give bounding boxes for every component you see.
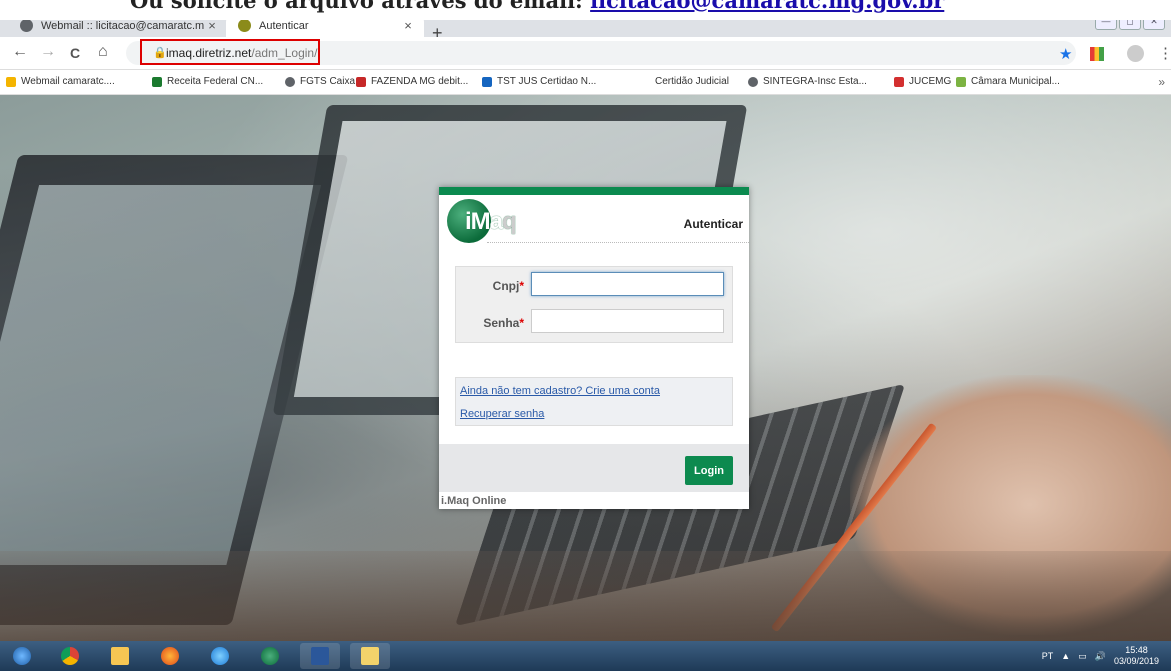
language-indicator[interactable]: PT bbox=[1042, 651, 1054, 661]
close-tab-icon[interactable]: × bbox=[400, 18, 416, 33]
firefox-icon[interactable] bbox=[150, 643, 190, 669]
clock-time: 15:48 bbox=[1125, 645, 1148, 655]
logo-tail: q bbox=[502, 208, 517, 235]
word-icon[interactable] bbox=[300, 643, 340, 669]
logo-text: iMaq bbox=[465, 208, 517, 236]
url-text[interactable]: imaq.diretriz.net/adm_Login/ bbox=[166, 46, 317, 60]
banner-email-link[interactable]: licitacao@camaratc.mg.gov.br bbox=[590, 0, 944, 13]
login-top-bar bbox=[439, 187, 749, 195]
cnpj-input[interactable] bbox=[531, 272, 724, 296]
network-icon[interactable]: ▭ bbox=[1078, 651, 1087, 662]
document-banner-text: Ou solicite o arquivo através do email: … bbox=[130, 0, 944, 13]
bookmark-label: Certidão Judicial bbox=[655, 76, 729, 87]
login-button[interactable]: Login bbox=[685, 456, 733, 485]
background-desk bbox=[0, 551, 1171, 641]
bookmark-label: Câmara Municipal... bbox=[971, 76, 1060, 87]
bookmark-label: SINTEGRA-Insc Esta... bbox=[763, 76, 867, 87]
navigation-bar: ← → C ⌂ 🔒 imaq.diretriz.net/adm_Login/ ★… bbox=[0, 37, 1171, 70]
bookmark-fgts[interactable]: FGTS Caixa bbox=[285, 76, 355, 87]
bookmark-fazenda[interactable]: FAZENDA MG debit... bbox=[356, 76, 468, 87]
bookmark-tst[interactable]: TST JUS Certidao N... bbox=[482, 76, 596, 87]
internet-explorer-icon[interactable] bbox=[200, 643, 240, 669]
receita-icon bbox=[152, 76, 162, 87]
back-button[interactable]: ← bbox=[12, 43, 28, 61]
windows-start-icon[interactable] bbox=[2, 643, 42, 669]
required-mark: * bbox=[519, 316, 524, 330]
clock-date: 03/09/2019 bbox=[1113, 656, 1159, 666]
tab-label: Webmail :: licitacao@camaratc.mg bbox=[41, 19, 204, 32]
senha-input[interactable] bbox=[531, 309, 724, 333]
bookmark-label: Webmail camaratc.... bbox=[21, 76, 115, 87]
bookmark-camara[interactable]: Câmara Municipal... bbox=[956, 76, 1060, 87]
senha-label-text: Senha bbox=[483, 316, 520, 330]
senha-label: Senha* bbox=[456, 316, 524, 330]
login-header: iMaq Autenticar bbox=[439, 195, 749, 243]
site-favicon-icon bbox=[238, 19, 251, 32]
create-account-link[interactable]: Ainda não tem cadastro? Crie uma conta bbox=[460, 385, 660, 397]
login-title: Autenticar bbox=[683, 217, 743, 231]
bookmark-sintegra[interactable]: SINTEGRA-Insc Esta... bbox=[748, 76, 867, 87]
bookmark-label: Receita Federal CN... bbox=[167, 76, 264, 87]
taskbar: PT ▲ ▭ 🔊 15:48 03/09/2019 bbox=[0, 641, 1171, 671]
login-panel: iMaq Autenticar Cnpj* Senha* Ainda não t… bbox=[439, 187, 749, 509]
lock-icon[interactable]: 🔒 bbox=[153, 46, 167, 59]
credentials-fieldset: Cnpj* Senha* bbox=[455, 266, 733, 343]
logo-main: iMa bbox=[465, 208, 503, 235]
bookmark-label: FGTS Caixa bbox=[300, 76, 356, 87]
imaq-logo: iMaq bbox=[447, 199, 543, 243]
bookmark-receita[interactable]: Receita Federal CN... bbox=[152, 76, 263, 87]
bookmark-jucemg[interactable]: JUCEMG bbox=[894, 76, 951, 87]
system-tray: PT ▲ ▭ 🔊 15:48 03/09/2019 bbox=[1042, 645, 1159, 667]
required-mark: * bbox=[519, 279, 524, 293]
tray-arrow-icon[interactable]: ▲ bbox=[1061, 651, 1070, 661]
bookmark-certidao[interactable]: Certidão Judicial bbox=[655, 76, 729, 87]
tst-icon bbox=[482, 76, 492, 87]
globe-icon bbox=[748, 76, 758, 87]
brand-footer-text: i.Maq Online bbox=[441, 495, 507, 507]
login-footer: Login bbox=[439, 444, 749, 492]
more-bookmarks-button[interactable]: » bbox=[1158, 75, 1165, 89]
account-links: Ainda não tem cadastro? Crie uma conta R… bbox=[455, 377, 733, 426]
url-host: imaq.diretriz.net bbox=[166, 46, 252, 60]
bookmark-label: TST JUS Certidao N... bbox=[497, 76, 597, 87]
extension-icon[interactable] bbox=[1090, 47, 1104, 61]
banner-prefix: Ou solicite o arquivo através do email: bbox=[130, 0, 591, 13]
webmail-icon bbox=[6, 76, 16, 87]
bookmark-label: JUCEMG bbox=[909, 76, 952, 87]
close-tab-icon[interactable]: × bbox=[204, 18, 220, 33]
globe-icon bbox=[285, 76, 295, 87]
volume-icon[interactable]: 🔊 bbox=[1095, 651, 1106, 662]
imaq-icon[interactable] bbox=[250, 643, 290, 669]
file-explorer-icon[interactable] bbox=[100, 643, 140, 669]
forward-button[interactable]: → bbox=[40, 43, 56, 61]
cnpj-row: Cnpj* bbox=[456, 272, 732, 302]
senha-row: Senha* bbox=[456, 309, 732, 339]
header-divider bbox=[487, 242, 749, 243]
camara-icon bbox=[956, 76, 966, 87]
chrome-icon[interactable] bbox=[50, 643, 90, 669]
bookmark-star-icon[interactable]: ★ bbox=[1059, 45, 1072, 63]
bookmark-label: FAZENDA MG debit... bbox=[371, 76, 469, 87]
cnpj-label-text: Cnpj bbox=[492, 279, 520, 293]
url-path: /adm_Login/ bbox=[251, 46, 318, 60]
document-banner: Ou solicite o arquivo através do email: … bbox=[0, 0, 1171, 20]
recover-password-link[interactable]: Recuperar senha bbox=[460, 408, 544, 420]
folder-icon[interactable] bbox=[350, 643, 390, 669]
reload-button[interactable]: C bbox=[70, 45, 80, 61]
globe-icon bbox=[20, 19, 33, 32]
bookmark-webmail[interactable]: Webmail camaratc.... bbox=[6, 76, 115, 87]
profile-avatar[interactable] bbox=[1127, 45, 1144, 62]
cnpj-label: Cnpj* bbox=[456, 279, 524, 293]
bookmarks-bar: Webmail camaratc.... Receita Federal CN.… bbox=[0, 70, 1171, 95]
jucemg-icon bbox=[894, 76, 904, 87]
tab-label: Autenticar bbox=[259, 19, 309, 32]
clock[interactable]: 15:48 03/09/2019 bbox=[1114, 645, 1159, 667]
browser-menu-icon[interactable]: ⋮ bbox=[1158, 44, 1171, 62]
fazenda-icon bbox=[356, 76, 366, 87]
home-button[interactable]: ⌂ bbox=[98, 43, 108, 61]
